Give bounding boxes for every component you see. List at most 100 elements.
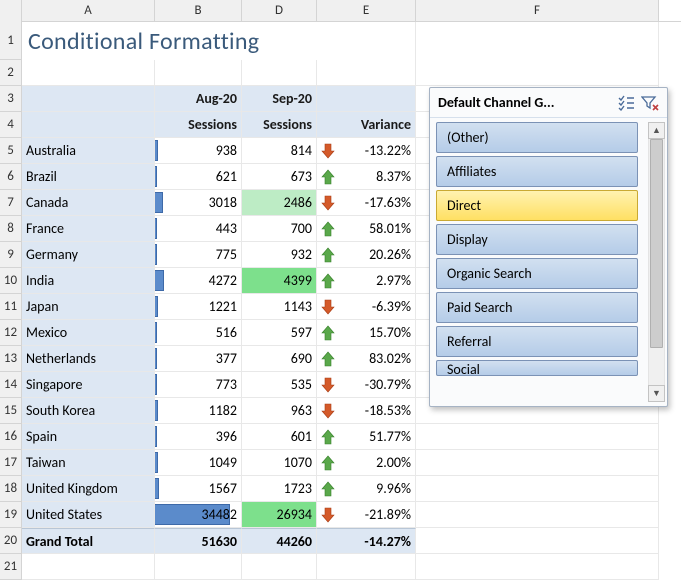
slicer-item[interactable]: Social <box>436 360 638 376</box>
sessions-aug-cell[interactable]: 1182 <box>155 398 242 424</box>
empty-cell[interactable] <box>416 450 659 476</box>
row-header[interactable]: 15 <box>0 398 22 424</box>
empty-cell[interactable] <box>416 22 659 60</box>
country-cell[interactable]: Germany <box>22 242 155 268</box>
country-cell[interactable]: Australia <box>22 138 155 164</box>
empty-cell[interactable] <box>317 60 416 86</box>
sessions-sep-cell[interactable]: 4399 <box>242 268 317 294</box>
col-header-d[interactable]: D <box>242 0 317 21</box>
slicer-item[interactable]: Organic Search <box>436 258 638 289</box>
country-cell[interactable]: Mexico <box>22 320 155 346</box>
col-header-f[interactable]: F <box>416 0 659 21</box>
row-header[interactable]: 1 <box>0 22 22 60</box>
empty-cell[interactable] <box>416 424 659 450</box>
empty-cell[interactable] <box>416 476 659 502</box>
scroll-track[interactable] <box>648 139 665 385</box>
sessions-sep-cell[interactable]: 700 <box>242 216 317 242</box>
sessions-aug-cell[interactable]: 938 <box>155 138 242 164</box>
empty-cell[interactable] <box>22 554 155 580</box>
row-header[interactable]: 10 <box>0 268 22 294</box>
country-cell[interactable]: United States <box>22 502 155 528</box>
row-header[interactable]: 13 <box>0 346 22 372</box>
sessions-sep-cell[interactable]: 535 <box>242 372 317 398</box>
sessions-aug-cell[interactable]: 4272 <box>155 268 242 294</box>
country-cell[interactable]: Spain <box>22 424 155 450</box>
variance-cell[interactable]: 20.26% <box>317 242 416 268</box>
variance-cell[interactable]: -13.22% <box>317 138 416 164</box>
sessions-sep-cell[interactable]: 26934 <box>242 502 317 528</box>
country-cell[interactable]: Netherlands <box>22 346 155 372</box>
country-cell[interactable]: France <box>22 216 155 242</box>
sessions-aug-cell[interactable]: 621 <box>155 164 242 190</box>
row-header[interactable]: 9 <box>0 242 22 268</box>
page-title[interactable]: Conditional Formatting <box>22 22 416 60</box>
sessions-aug-cell[interactable]: 1221 <box>155 294 242 320</box>
row-header[interactable]: 7 <box>0 190 22 216</box>
slicer-item[interactable]: Referral <box>436 326 638 357</box>
grand-total-var[interactable]: -14.27% <box>317 528 416 554</box>
multiselect-icon[interactable] <box>617 95 635 111</box>
variance-cell[interactable]: 15.70% <box>317 320 416 346</box>
slicer-item[interactable]: Direct <box>436 190 638 221</box>
row-header[interactable]: 3 <box>0 86 22 112</box>
row-header[interactable]: 17 <box>0 450 22 476</box>
sessions-sep-cell[interactable]: 1723 <box>242 476 317 502</box>
row-header[interactable]: 18 <box>0 476 22 502</box>
variance-cell[interactable]: 58.01% <box>317 216 416 242</box>
row-header[interactable]: 19 <box>0 502 22 528</box>
variance-cell[interactable]: 83.02% <box>317 346 416 372</box>
variance-cell[interactable]: 2.97% <box>317 268 416 294</box>
country-cell[interactable]: Japan <box>22 294 155 320</box>
empty-cell[interactable] <box>416 502 659 528</box>
row-header[interactable]: 4 <box>0 112 22 138</box>
empty-cell[interactable] <box>416 60 659 86</box>
slicer-item[interactable]: Affiliates <box>436 156 638 187</box>
header-sep-sessions[interactable]: Sessions <box>242 112 317 138</box>
country-cell[interactable]: Singapore <box>22 372 155 398</box>
empty-cell[interactable] <box>22 60 155 86</box>
col-header-e[interactable]: E <box>317 0 416 21</box>
sessions-sep-cell[interactable]: 814 <box>242 138 317 164</box>
sessions-sep-cell[interactable]: 2486 <box>242 190 317 216</box>
sessions-sep-cell[interactable]: 601 <box>242 424 317 450</box>
col-header-a[interactable]: A <box>22 0 155 21</box>
grand-total-aug[interactable]: 51630 <box>155 528 242 554</box>
header-aug-sessions[interactable]: Sessions <box>155 112 242 138</box>
variance-cell[interactable]: 51.77% <box>317 424 416 450</box>
sessions-sep-cell[interactable]: 963 <box>242 398 317 424</box>
clear-filter-icon[interactable] <box>641 95 659 111</box>
row-header[interactable]: 6 <box>0 164 22 190</box>
variance-cell[interactable]: -17.63% <box>317 190 416 216</box>
sessions-aug-cell[interactable]: 1567 <box>155 476 242 502</box>
slicer-item[interactable]: Display <box>436 224 638 255</box>
grand-total-label[interactable]: Grand Total <box>22 528 155 554</box>
col-header-b[interactable]: B <box>155 0 242 21</box>
sessions-aug-cell[interactable]: 1049 <box>155 450 242 476</box>
row-header[interactable]: 16 <box>0 424 22 450</box>
variance-cell[interactable]: 9.96% <box>317 476 416 502</box>
header-variance[interactable]: Variance <box>317 112 416 138</box>
scroll-up-button[interactable]: ▲ <box>648 122 665 139</box>
sessions-aug-cell[interactable]: 377 <box>155 346 242 372</box>
sessions-sep-cell[interactable]: 1143 <box>242 294 317 320</box>
sessions-sep-cell[interactable]: 932 <box>242 242 317 268</box>
sessions-sep-cell[interactable]: 690 <box>242 346 317 372</box>
empty-cell[interactable] <box>155 554 242 580</box>
row-header[interactable]: 21 <box>0 554 22 580</box>
row-header[interactable]: 14 <box>0 372 22 398</box>
variance-cell[interactable]: -6.39% <box>317 294 416 320</box>
row-header[interactable]: 11 <box>0 294 22 320</box>
variance-cell[interactable]: 2.00% <box>317 450 416 476</box>
country-cell[interactable]: India <box>22 268 155 294</box>
empty-cell[interactable] <box>416 554 659 580</box>
variance-cell[interactable]: 8.37% <box>317 164 416 190</box>
sessions-aug-cell[interactable]: 516 <box>155 320 242 346</box>
row-header[interactable]: 5 <box>0 138 22 164</box>
select-all-corner[interactable] <box>0 0 22 22</box>
sessions-aug-cell[interactable]: 775 <box>155 242 242 268</box>
sessions-aug-cell[interactable]: 34482 <box>155 502 242 528</box>
sessions-aug-cell[interactable]: 396 <box>155 424 242 450</box>
empty-cell[interactable] <box>242 554 317 580</box>
header-blank[interactable] <box>22 86 155 112</box>
country-cell[interactable]: Brazil <box>22 164 155 190</box>
